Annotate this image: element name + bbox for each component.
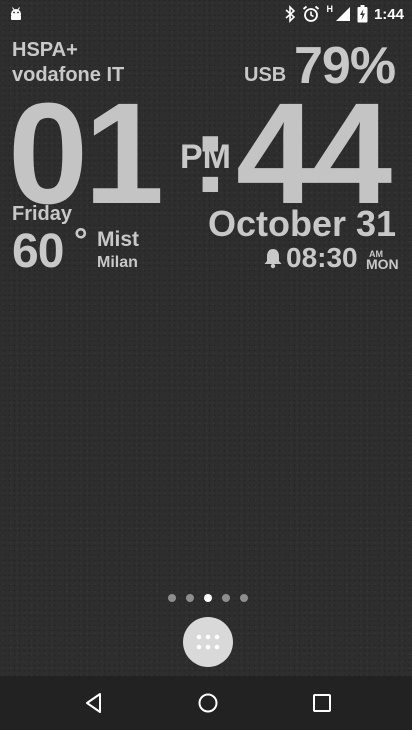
signal-icon — [335, 6, 351, 22]
day-label: Friday — [12, 203, 73, 225]
alarm-icon — [302, 5, 320, 23]
page-dot — [222, 594, 230, 602]
back-icon — [86, 693, 101, 713]
recents-button[interactable] — [310, 691, 334, 720]
android-icon — [8, 6, 24, 27]
home-icon — [198, 693, 218, 713]
back-button[interactable] — [82, 691, 106, 720]
page-dot — [240, 594, 248, 602]
alarm-time: 08:30 — [286, 242, 358, 273]
page-dot-active — [204, 594, 212, 602]
alarm-day: MON — [366, 256, 399, 272]
weather-city: Milan — [97, 254, 138, 271]
clock-separator: : — [192, 93, 229, 216]
degree-symbol: ° — [74, 222, 88, 260]
page-dot — [186, 594, 194, 602]
page-indicator — [168, 594, 248, 602]
date-label: October 31 — [208, 203, 397, 244]
page-dot — [168, 594, 176, 602]
navigation-bar — [0, 676, 412, 730]
temperature-value: 60 — [12, 225, 64, 278]
status-bar[interactable]: H 1:44 — [0, 0, 412, 32]
status-time: 1:44 — [373, 5, 404, 23]
weather-condition: Mist — [97, 228, 139, 251]
recents-icon — [313, 694, 331, 712]
bluetooth-icon — [284, 5, 296, 23]
alarm-bell-icon — [263, 247, 283, 274]
network-type-label: HSPA+ — [12, 39, 78, 61]
app-drawer-button[interactable] — [183, 617, 233, 667]
app-grid-icon — [196, 634, 220, 650]
home-button[interactable] — [196, 691, 220, 720]
battery-charging-icon — [357, 5, 368, 23]
network-type-indicator: H — [326, 4, 333, 14]
